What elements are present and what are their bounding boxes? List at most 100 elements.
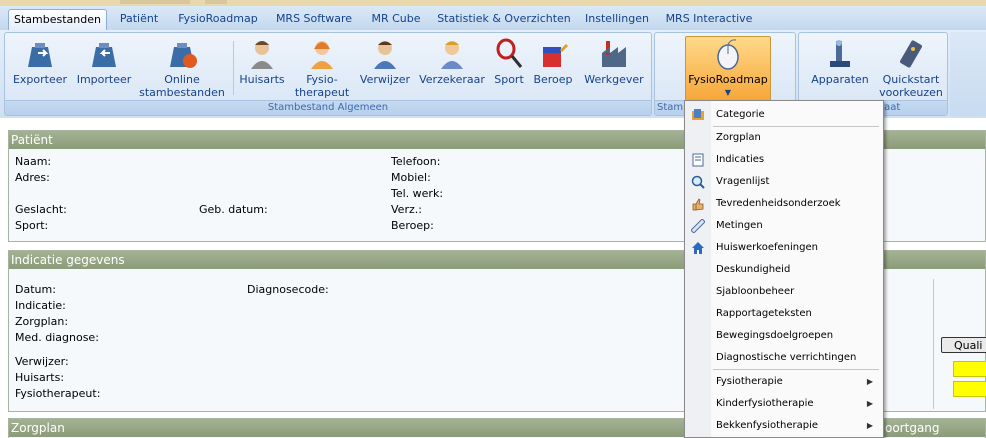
quickstart-voorkeuzen-label: Quickstart voorkeuzen bbox=[879, 73, 943, 99]
fysioroadmap-button[interactable]: FysioRoadmap ▼ bbox=[685, 36, 771, 102]
title-fragment bbox=[120, 0, 190, 4]
group-stambestand-algemeen: Exporteer Importeer Online stambestanden… bbox=[4, 32, 652, 116]
tab-statistiek[interactable]: Statistiek & Overzichten bbox=[434, 9, 574, 30]
sport-button[interactable]: Sport bbox=[491, 37, 527, 86]
tennis-racket-icon bbox=[496, 38, 523, 68]
menu-item-diagnostische-verrichtingen[interactable]: Diagnostische verrichtingen bbox=[685, 347, 881, 369]
werkgever-button[interactable]: Werkgever bbox=[579, 37, 649, 86]
tab-stambestanden[interactable]: Stambestanden bbox=[8, 9, 107, 30]
mobiel-label: Mobiel: bbox=[391, 171, 431, 184]
menu-item-vragenlijst[interactable]: Vragenlijst bbox=[685, 171, 881, 193]
quickstart-voorkeuzen-button[interactable]: Quickstart voorkeuzen bbox=[877, 37, 945, 99]
menu-item-huiswerkoefeningen[interactable]: Huiswerkoefeningen bbox=[685, 237, 881, 259]
menu-item-label: Rapportageteksten bbox=[716, 308, 812, 319]
book-icon bbox=[692, 153, 704, 167]
online-stambestanden-button[interactable]: Online stambestanden bbox=[139, 37, 225, 99]
tab-mrs-software[interactable]: MRS Software bbox=[270, 9, 358, 30]
status-indicator-yellow bbox=[953, 361, 986, 377]
device-icon bbox=[830, 40, 850, 67]
export-bag-icon bbox=[28, 43, 52, 67]
category-icon bbox=[692, 109, 704, 120]
therapist-icon bbox=[311, 41, 333, 69]
verwijzer-label: Verwijzer bbox=[359, 73, 411, 86]
menu-item-sjabloonbeheer[interactable]: Sjabloonbeheer bbox=[685, 281, 881, 303]
fysiotherapeut-label: Fysio-therapeut bbox=[294, 73, 350, 99]
panel-divider bbox=[933, 279, 934, 409]
datum-label: Datum: bbox=[15, 283, 56, 296]
menu-item-label: Kinderfysiotherapie bbox=[716, 398, 814, 409]
verz-label: Verz.: bbox=[391, 203, 422, 216]
paint-bucket-icon bbox=[543, 43, 569, 67]
verzekeraar-label: Verzekeraar bbox=[419, 73, 485, 86]
tab-patient[interactable]: Patiënt bbox=[111, 9, 167, 30]
tab-mr-cube[interactable]: MR Cube bbox=[363, 9, 429, 30]
menu-item-deskundigheid[interactable]: Deskundigheid bbox=[685, 259, 881, 281]
menu-item-bekkenfysiotherapie[interactable]: Bekkenfysiotherapie ▶ bbox=[685, 415, 881, 437]
menu-item-label: Vragenlijst bbox=[716, 176, 770, 187]
group-label-stambestand-algemeen: Stambestand Algemeen bbox=[5, 100, 651, 115]
menu-item-metingen[interactable]: Metingen bbox=[685, 215, 881, 237]
menu-item-bewegingsdoelgroepen[interactable]: Bewegingsdoelgroepen bbox=[685, 325, 881, 347]
fysioroadmap-dropdown-menu: Categorie Zorgplan Indicaties Vragenlijs… bbox=[684, 100, 884, 438]
quali-button[interactable]: Quali bbox=[941, 337, 986, 353]
mouse-icon bbox=[717, 39, 739, 70]
insurer-icon bbox=[441, 41, 463, 69]
geslacht-label: Geslacht: bbox=[15, 203, 67, 216]
fysiotherapeut-label: Fysiotherapeut: bbox=[15, 387, 101, 400]
menu-item-categorie[interactable]: Categorie bbox=[685, 104, 881, 126]
tab-fysioroadmap[interactable]: FysioRoadmap bbox=[172, 9, 264, 30]
menu-item-label: Bekkenfysiotherapie bbox=[716, 420, 819, 431]
referrer-icon bbox=[374, 41, 396, 69]
sport-label: Sport: bbox=[15, 219, 49, 232]
indicatie-label: Indicatie: bbox=[15, 299, 66, 312]
zorgplan-label: Zorgplan: bbox=[15, 315, 69, 328]
med-diagnose-label: Med. diagnose: bbox=[15, 331, 99, 344]
tab-mrs-interactive[interactable]: MRS Interactive bbox=[659, 9, 759, 30]
menu-item-tevredenheidsonderzoek[interactable]: Tevredenheidsonderzoek bbox=[685, 193, 881, 215]
dropdown-caret-icon: ▼ bbox=[724, 88, 732, 97]
voortgang-header-label: oortgang bbox=[885, 421, 940, 435]
ribbon-empty-area bbox=[950, 32, 986, 116]
thumbs-up-icon bbox=[692, 198, 704, 211]
huisarts-button[interactable]: Huisarts bbox=[237, 37, 287, 86]
factory-icon bbox=[602, 41, 626, 67]
telefoon-label: Telefoon: bbox=[391, 155, 441, 168]
exporteer-button[interactable]: Exporteer bbox=[9, 37, 71, 86]
fysiotherapeut-button[interactable]: Fysio-therapeut bbox=[293, 37, 351, 99]
beroep-label: Beroep bbox=[533, 73, 573, 86]
submenu-arrow-icon: ▶ bbox=[866, 377, 873, 386]
tab-instellingen[interactable]: Instellingen bbox=[580, 9, 654, 30]
apparaten-button[interactable]: Apparaten bbox=[807, 37, 873, 86]
importeer-label: Importeer bbox=[76, 73, 132, 86]
doctor-icon bbox=[251, 41, 273, 69]
ribbon-tab-bar: Stambestanden Patiënt FysioRoadmap MRS S… bbox=[0, 6, 986, 31]
huisarts-label: Huisarts: bbox=[15, 371, 65, 384]
diagnosecode-label: Diagnosecode: bbox=[247, 283, 329, 296]
menu-item-indicaties[interactable]: Indicaties bbox=[685, 149, 881, 171]
beroep-label: Beroep: bbox=[391, 219, 434, 232]
verzekeraar-button[interactable]: Verzekeraar bbox=[417, 37, 487, 86]
menu-item-label: Indicaties bbox=[716, 154, 765, 165]
importeer-button[interactable]: Importeer bbox=[75, 37, 133, 86]
status-indicator-yellow bbox=[953, 381, 986, 397]
menu-item-label: Metingen bbox=[716, 220, 763, 231]
menu-item-fysiotherapie[interactable]: Fysiotherapie ▶ bbox=[685, 371, 881, 393]
huisarts-label: Huisarts bbox=[239, 73, 285, 86]
fysioroadmap-label: FysioRoadmap bbox=[688, 73, 768, 86]
submenu-arrow-icon: ▶ bbox=[866, 399, 873, 408]
menu-item-zorgplan[interactable]: Zorgplan bbox=[685, 127, 881, 149]
menu-item-label: Zorgplan bbox=[716, 132, 761, 143]
naam-label: Naam: bbox=[15, 155, 52, 168]
beroep-button[interactable]: Beroep bbox=[531, 37, 575, 86]
online-stambestanden-label: Online stambestanden bbox=[139, 73, 225, 99]
apparaten-label: Apparaten bbox=[811, 73, 869, 86]
verwijzer-button[interactable]: Verwijzer bbox=[357, 37, 413, 86]
telwerk-label: Tel. werk: bbox=[391, 187, 444, 200]
menu-item-kinderfysiotherapie[interactable]: Kinderfysiotherapie ▶ bbox=[685, 393, 881, 415]
title-fragment bbox=[205, 0, 227, 4]
menu-item-rapportageteksten[interactable]: Rapportageteksten bbox=[685, 303, 881, 325]
menu-separator bbox=[713, 369, 879, 370]
menu-item-label: Sjabloonbeheer bbox=[716, 286, 795, 297]
magnifier-person-icon bbox=[691, 175, 705, 189]
gebdatum-label: Geb. datum: bbox=[199, 203, 268, 216]
